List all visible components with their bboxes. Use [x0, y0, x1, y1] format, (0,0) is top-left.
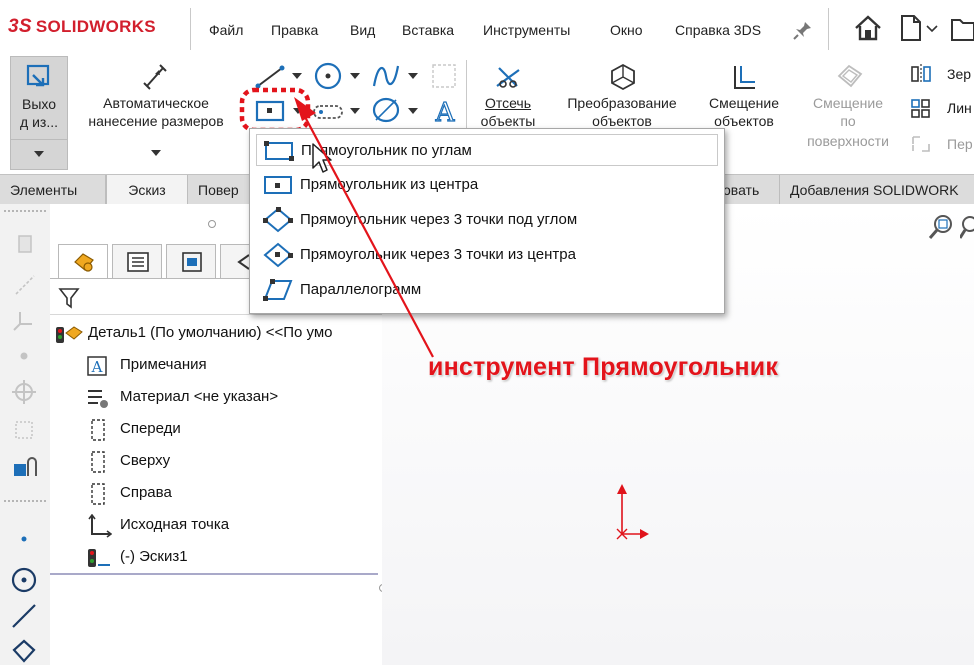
- axis-icon: [13, 312, 32, 331]
- smart-dimension-label-2[interactable]: нанесение размеров: [76, 112, 236, 130]
- exit-sketch-dropdown-icon[interactable]: [34, 151, 44, 157]
- panel-splitter-handle[interactable]: [208, 220, 216, 228]
- move-entities-label: Пер: [947, 136, 973, 152]
- tab-sketch[interactable]: Эскиз: [106, 175, 188, 205]
- sketch-icon: [88, 549, 110, 567]
- new-document-icon[interactable]: [900, 14, 922, 42]
- menu-edit[interactable]: Правка: [271, 22, 318, 38]
- configuration-manager-icon: [182, 252, 202, 272]
- property-manager-icon: [127, 252, 149, 272]
- exit-sketch-divider: [11, 139, 67, 140]
- menu-view[interactable]: Вид: [350, 22, 375, 38]
- tab-feature-manager[interactable]: [58, 244, 108, 278]
- grid-cube-icon: [15, 421, 33, 439]
- sketch-plane-icon: [432, 64, 456, 88]
- exit-sketch-label-1: Выхо: [21, 96, 57, 112]
- left-tool-strip: [0, 204, 51, 665]
- exit-sketch-button[interactable]: Выхо д из...: [10, 56, 68, 170]
- tab-addins[interactable]: Добавления SOLIDWORK: [780, 175, 974, 205]
- line-tool-icon[interactable]: [10, 602, 38, 630]
- smart-dimension-icon[interactable]: [141, 62, 171, 92]
- trim-icon[interactable]: [493, 62, 525, 92]
- tab-surfaces[interactable]: Повер: [188, 175, 252, 205]
- sketch-face-icon: [18, 235, 32, 253]
- mirror-entities-label[interactable]: Зер: [947, 66, 971, 82]
- chevron-down-icon[interactable]: [926, 25, 938, 33]
- circle-icon[interactable]: [312, 60, 344, 92]
- svg-text:A: A: [91, 358, 103, 376]
- convert-entities-icon[interactable]: [608, 62, 638, 92]
- title-bar: 3S SOLIDWORKS Файл Правка Вид Вставка Инс…: [0, 0, 974, 57]
- plane-icon: [91, 451, 105, 473]
- line-dropdown-icon[interactable]: [292, 73, 302, 79]
- offset-entities-label-1[interactable]: Смещение: [698, 94, 790, 112]
- exit-sketch-label-2: д из...: [20, 114, 58, 130]
- menu-insert[interactable]: Вставка: [402, 22, 454, 38]
- ds-logo-mark: 3S: [8, 16, 32, 37]
- open-folder-icon[interactable]: [950, 14, 974, 42]
- solidworks-logo: 3S SOLIDWORKS: [8, 16, 156, 37]
- offset-on-surface-label-3: поверхности: [807, 133, 889, 149]
- offset-on-surface-icon: [837, 64, 863, 88]
- annotation-caption: инструмент Прямоугольник: [428, 353, 779, 381]
- dashed-line-icon: [15, 275, 35, 295]
- strip-grip-2: [4, 500, 46, 502]
- linear-pattern-icon[interactable]: [910, 98, 932, 118]
- annotations-icon: A: [87, 356, 107, 376]
- circle-tool-icon[interactable]: [10, 566, 38, 594]
- tab-property-manager[interactable]: [112, 244, 162, 278]
- coordinate-icon: [12, 380, 36, 404]
- small-point-icon[interactable]: [19, 534, 29, 544]
- offset-on-surface-label-2: по: [840, 113, 856, 129]
- offset-on-surface-label-1: Смещение: [812, 95, 883, 111]
- trim-label-1[interactable]: Отсечь: [468, 94, 548, 112]
- home-icon[interactable]: [853, 14, 883, 42]
- polygon-tool-icon[interactable]: [10, 638, 38, 664]
- material-icon: [88, 390, 108, 408]
- tab-configuration-manager[interactable]: [166, 244, 216, 278]
- attach-icon[interactable]: [12, 456, 38, 482]
- quick-access-divider: [828, 8, 829, 50]
- smart-dimension-dropdown-icon[interactable]: [151, 150, 161, 156]
- plane-icon: [91, 419, 105, 441]
- smart-dimension-label-1[interactable]: Автоматическое: [76, 94, 236, 112]
- origin-marker: [616, 484, 649, 540]
- tab-dimxpert[interactable]: [220, 244, 250, 278]
- menu-divider: [190, 8, 191, 50]
- spline-dropdown-icon[interactable]: [408, 73, 418, 79]
- point-icon: [20, 352, 28, 360]
- tab-features[interactable]: Элементы: [0, 175, 106, 205]
- zoom-to-fit-icon[interactable]: [928, 214, 954, 242]
- pin-icon[interactable]: [793, 20, 813, 40]
- origin-icon: [88, 514, 112, 538]
- part-icon: [56, 326, 83, 343]
- convert-entities-label-1[interactable]: Преобразование: [552, 94, 692, 112]
- plane-icon: [91, 483, 105, 505]
- exit-sketch-icon: [26, 64, 50, 87]
- circle-dropdown-icon[interactable]: [350, 73, 360, 79]
- feature-manager-icon: [74, 253, 94, 272]
- menu-tools[interactable]: Инструменты: [483, 22, 570, 38]
- annotation-arrow: [294, 97, 434, 358]
- strip-grip: [4, 210, 46, 212]
- rollback-bar[interactable]: [50, 573, 378, 575]
- menu-file[interactable]: Файл: [209, 22, 243, 38]
- filter-icon[interactable]: [58, 286, 80, 310]
- linear-pattern-label[interactable]: Лин: [947, 100, 972, 116]
- move-entities-icon: [912, 136, 930, 152]
- mirror-entities-icon[interactable]: [910, 64, 932, 84]
- spline-icon[interactable]: [370, 60, 402, 92]
- zoom-area-icon[interactable]: [960, 214, 974, 242]
- offset-entities-icon[interactable]: [729, 62, 759, 92]
- menu-window[interactable]: Окно: [610, 22, 643, 38]
- menu-help[interactable]: Справка 3DS: [675, 22, 761, 38]
